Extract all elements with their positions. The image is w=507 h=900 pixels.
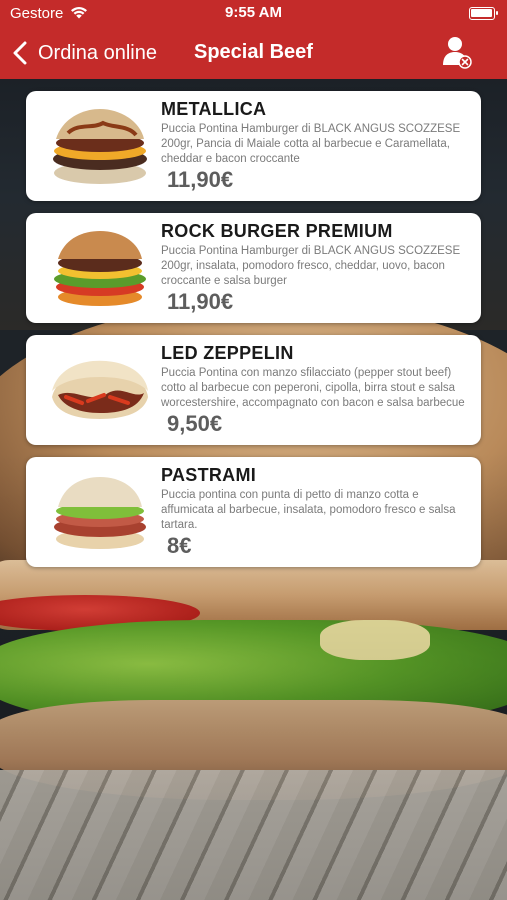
chevron-left-icon	[13, 41, 27, 65]
product-card-pastrami[interactable]: PASTRAMI Puccia pontina con punta di pet…	[26, 457, 481, 567]
product-price: 8€	[167, 533, 192, 558]
product-name: METALLICA	[161, 99, 267, 119]
sandwich-pastrami-image	[54, 477, 146, 549]
product-list: METALLICA Puccia Pontina Hamburger di BL…	[26, 91, 481, 579]
product-name: ROCK BURGER PREMIUM	[161, 221, 393, 241]
product-price: 11,90€	[167, 167, 234, 192]
product-description: Puccia Pontina Hamburger di BLACK ANGUS …	[161, 123, 461, 165]
product-price: 11,90€	[167, 289, 234, 314]
sandwich-led-zeppelin-image	[52, 360, 148, 419]
product-description: Puccia pontina con punta di petto di man…	[161, 489, 456, 531]
product-card-rock-burger-premium[interactable]: ROCK BURGER PREMIUM Puccia Pontina Hambu…	[26, 213, 481, 323]
clock: 9:55 AM	[225, 4, 282, 21]
product-name: LED ZEPPELIN	[161, 343, 294, 363]
product-name: PASTRAMI	[161, 465, 257, 485]
back-label: Ordina online	[38, 41, 157, 64]
burger-rock-premium-image	[54, 231, 146, 306]
product-card-metallica[interactable]: METALLICA Puccia Pontina Hamburger di BL…	[26, 91, 481, 201]
product-description: Puccia Pontina Hamburger di BLACK ANGUS …	[161, 245, 461, 287]
navigation-bar: Ordina online Special Beef	[0, 28, 507, 79]
page-title: Special Beef	[194, 41, 313, 63]
status-bar: Gestore 9:55 AM	[0, 0, 507, 28]
user-remove-icon[interactable]	[442, 35, 472, 69]
back-button[interactable]: Ordina online	[12, 38, 157, 68]
battery-icon	[469, 7, 498, 20]
product-description: Puccia Pontina con manzo sfilacciato (pe…	[161, 367, 465, 409]
product-card-led-zeppelin[interactable]: LED ZEPPELIN Puccia Pontina con manzo sf…	[26, 335, 481, 445]
burger-metallica-image	[53, 109, 147, 184]
app-header: Gestore 9:55 AM Ordina online Special Be…	[0, 0, 507, 79]
product-price: 9,50€	[167, 411, 223, 436]
